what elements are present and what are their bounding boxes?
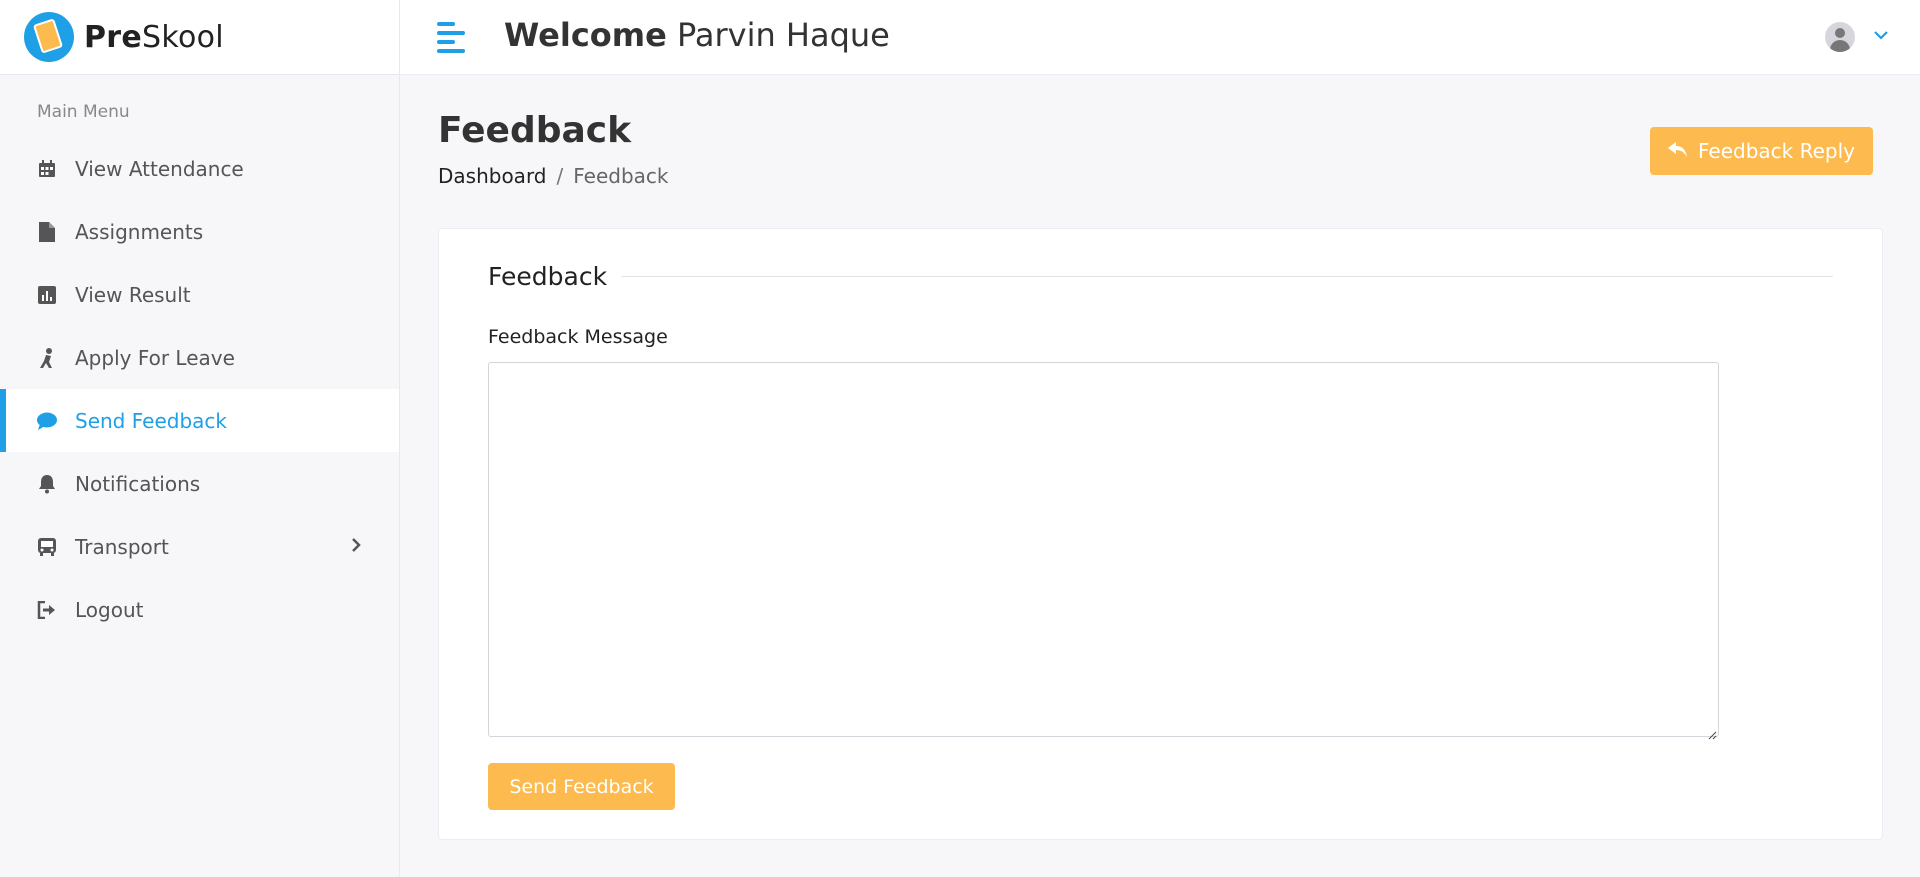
- chart-icon: [37, 285, 57, 305]
- bus-icon: [37, 537, 57, 557]
- breadcrumb: Dashboard / Feedback: [438, 164, 669, 188]
- resize-handle-icon[interactable]: [1707, 725, 1717, 740]
- breadcrumb-separator: /: [556, 164, 564, 188]
- send-feedback-button[interactable]: Send Feedback: [488, 763, 675, 810]
- chevron-right-icon[interactable]: [351, 537, 361, 556]
- sidebar-item-assignments[interactable]: Assignments: [0, 200, 399, 263]
- sidebar-item-send-feedback[interactable]: Send Feedback: [0, 389, 399, 452]
- feedback-message-input[interactable]: [488, 362, 1719, 737]
- section-title: Feedback: [488, 262, 608, 291]
- reply-icon: [1668, 139, 1688, 163]
- sidebar-item-label: Send Feedback: [75, 408, 227, 433]
- chevron-down-icon[interactable]: [1874, 24, 1888, 45]
- logo-icon: [24, 12, 74, 62]
- sidebar-item-view-result[interactable]: View Result: [0, 263, 399, 326]
- sidebar-item-label: Logout: [75, 597, 144, 622]
- calendar-icon: [37, 159, 57, 179]
- sidebar-item-label: Assignments: [75, 219, 204, 244]
- sidebar-item-notifications[interactable]: Notifications: [0, 452, 399, 515]
- breadcrumb-current: Feedback: [573, 164, 669, 188]
- person-icon: [37, 347, 57, 368]
- feedback-reply-label: Feedback Reply: [1698, 139, 1855, 163]
- user-name: Parvin Haque: [677, 16, 890, 54]
- feedback-reply-button[interactable]: Feedback Reply: [1650, 127, 1873, 175]
- page-title: Feedback: [438, 110, 632, 151]
- bell-icon: [37, 474, 57, 494]
- brand-logo[interactable]: PreSkool: [0, 0, 399, 75]
- feedback-message-label: Feedback Message: [488, 326, 668, 348]
- brand-name: PreSkool: [84, 19, 224, 55]
- sidebar-item-apply-for-leave[interactable]: Apply For Leave: [0, 326, 399, 389]
- welcome-label: Welcome: [504, 16, 667, 54]
- sidebar-item-label: Apply For Leave: [75, 345, 235, 370]
- sidebar-item-label: View Attendance: [75, 156, 244, 181]
- breadcrumb-dashboard[interactable]: Dashboard: [438, 164, 547, 188]
- section-header: Feedback: [488, 262, 1833, 291]
- comment-icon: [37, 411, 57, 431]
- divider: [621, 276, 1833, 277]
- sidebar-item-label: Transport: [75, 534, 169, 559]
- feedback-card: Feedback Feedback Message Send Feedback: [438, 228, 1883, 840]
- avatar[interactable]: [1825, 22, 1855, 52]
- menu-toggle-icon[interactable]: [437, 22, 467, 53]
- menu-title: Main Menu: [37, 102, 130, 122]
- welcome-text: Welcome Parvin Haque: [504, 16, 890, 54]
- sidebar-item-logout[interactable]: Logout: [0, 578, 399, 641]
- top-header: Welcome Parvin Haque: [400, 0, 1920, 75]
- sidebar-item-label: Notifications: [75, 471, 201, 496]
- sidebar-item-label: View Result: [75, 282, 191, 307]
- file-icon: [37, 221, 57, 242]
- sidebar-item-transport[interactable]: Transport: [0, 515, 399, 578]
- sidebar-item-view-attendance[interactable]: View Attendance: [0, 137, 399, 200]
- logout-icon: [37, 600, 57, 620]
- sidebar: PreSkool Main Menu View Attendance Assig…: [0, 0, 400, 877]
